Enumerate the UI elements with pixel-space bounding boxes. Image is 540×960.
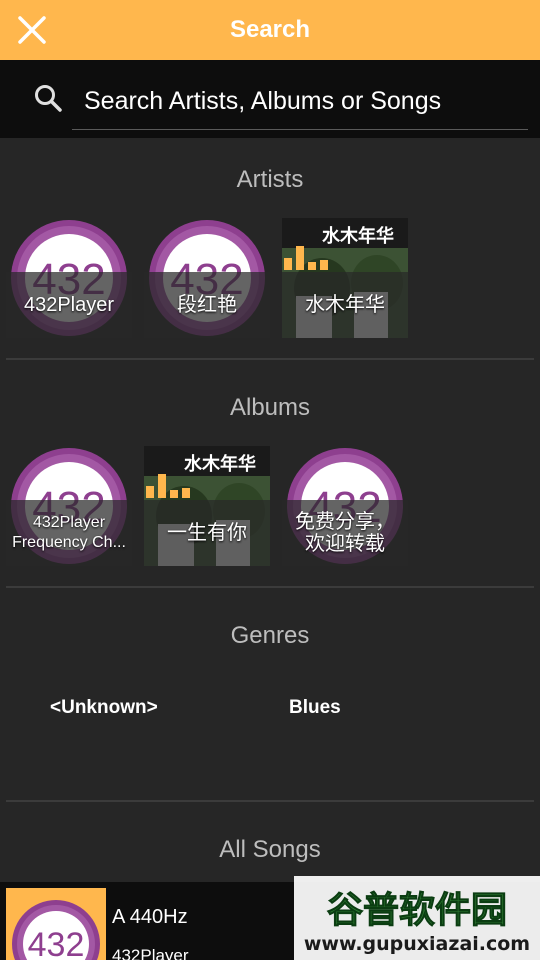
section-divider bbox=[6, 358, 534, 360]
album-label: 一生有你 bbox=[167, 522, 247, 544]
artist-tile-duan-hongyan[interactable]: 432 段红艳 bbox=[144, 218, 270, 338]
album-label: 432Player Frequency Ch... bbox=[8, 500, 130, 566]
search-input[interactable] bbox=[72, 74, 528, 130]
artist-label: 段红艳 bbox=[177, 294, 237, 316]
watermark-line1: 谷普软件园 bbox=[327, 890, 507, 931]
watermark-logo-icon: 谷普软件园 www.gupuxiazai.com bbox=[294, 876, 540, 960]
album-tile-free-share[interactable]: 432 免费分享， 欢迎转载 bbox=[282, 446, 408, 566]
genres-section-title: Genres bbox=[230, 622, 310, 649]
album-label-line1: 免费分享， bbox=[295, 511, 395, 533]
song-thumbnail: 432 bbox=[6, 888, 106, 960]
artists-section-title: Artists bbox=[236, 166, 304, 193]
song-artist: 432Player bbox=[112, 946, 189, 960]
section-divider bbox=[6, 586, 534, 588]
artist-label: 432Player bbox=[23, 294, 115, 316]
cover-title-text: 水木年华 bbox=[184, 453, 256, 475]
cover-title-text: 水木年华 bbox=[322, 225, 394, 247]
app-header: Search bbox=[0, 0, 540, 60]
album-label-line1: 432Player bbox=[32, 514, 106, 531]
page-title: Search bbox=[229, 16, 311, 43]
genre-item-blues[interactable]: Blues bbox=[289, 697, 341, 719]
artist-tile-432player[interactable]: 432 432Player bbox=[6, 218, 132, 338]
432-logo-icon: 432 bbox=[6, 888, 106, 960]
album-label: 免费分享， 欢迎转载 bbox=[284, 500, 406, 566]
section-divider bbox=[6, 800, 534, 802]
artist-tile-shuimu-nianhua[interactable]: 水木年华 水木年华 bbox=[282, 218, 408, 338]
album-tile-432player-frequency[interactable]: 432 432Player Frequency Ch... bbox=[6, 446, 132, 566]
watermark-line2: www.gupuxiazai.com bbox=[304, 933, 530, 955]
genre-item-unknown[interactable]: <Unknown> bbox=[50, 697, 158, 719]
album-label-line2: Frequency Ch... bbox=[12, 534, 126, 551]
search-icon[interactable] bbox=[32, 82, 64, 114]
all-songs-section-title: All Songs bbox=[219, 836, 321, 863]
album-tile-yisheng-youni[interactable]: 水木年华 一生有你 bbox=[144, 446, 270, 566]
artist-label: 水木年华 bbox=[305, 294, 385, 316]
logo-text: 432 bbox=[28, 926, 85, 960]
search-bar bbox=[0, 60, 540, 138]
song-title: A 440Hz bbox=[112, 906, 188, 928]
albums-section-title: Albums bbox=[229, 394, 311, 421]
album-label-line2: 欢迎转载 bbox=[305, 533, 385, 555]
